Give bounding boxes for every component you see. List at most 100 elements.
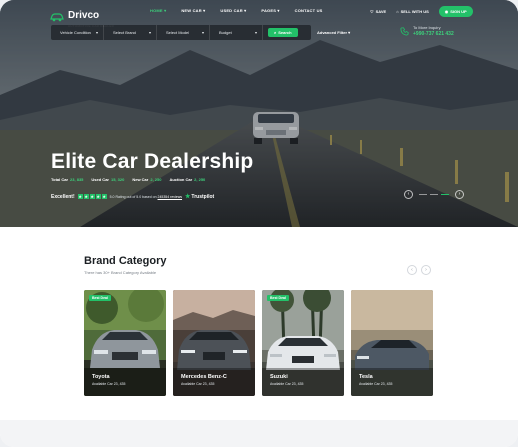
select-label: Select Model bbox=[166, 30, 190, 35]
tesla-car-image bbox=[351, 290, 433, 396]
slider-dots bbox=[419, 193, 449, 196]
nav-new-car[interactable]: NEW CAR ▾ bbox=[181, 8, 205, 13]
inquiry-label: To More Inquiry bbox=[413, 25, 441, 30]
brand-card-toyota[interactable]: Best Deal Toyota Available Car 23, 435 bbox=[84, 290, 166, 396]
nav-contact-us[interactable]: CONTACT US bbox=[295, 8, 323, 13]
stat-auction-car: Auction Car 2, 250 bbox=[169, 177, 205, 182]
brand-name: Toyota bbox=[92, 374, 110, 380]
select-label: Budget bbox=[219, 30, 232, 35]
hero-stats: Total Car 23, 835 Used Car 15, 320 New Car… bbox=[51, 177, 205, 182]
rating-stars: ★ ★ ★ ★ ★ bbox=[77, 194, 107, 199]
best-deal-badge: Best Deal bbox=[267, 295, 289, 301]
stat-total-car: Total Car 23, 835 bbox=[51, 177, 83, 182]
brand-card-suzuki[interactable]: Best Deal Suzuki Available Car 23, 435 bbox=[262, 290, 344, 396]
brand-cards: Best Deal Toyota Available Car 23, 435 M… bbox=[84, 290, 433, 396]
sell-label: SELL WITH US bbox=[400, 9, 429, 14]
brand-card-tesla[interactable]: Tesla Available Car 23, 435 bbox=[351, 290, 433, 396]
toyota-car-image bbox=[84, 290, 166, 396]
mercedes-car-image bbox=[173, 290, 255, 396]
stat-new-car: New Car 2, 250 bbox=[132, 177, 161, 182]
save-link[interactable]: ♡ SAVE bbox=[370, 9, 386, 14]
trustpilot-star-icon: ★ bbox=[185, 194, 191, 200]
rating-row: Excellent! ★ ★ ★ ★ ★ 5.0 Rating out of 5… bbox=[51, 193, 215, 201]
user-icon: ◉ bbox=[444, 9, 449, 14]
model-select[interactable]: Select Model ▾ bbox=[157, 25, 210, 40]
stat-label: Total Car bbox=[51, 177, 69, 182]
budget-select[interactable]: Budget ▾ bbox=[210, 25, 263, 40]
carousel-arrows: ‹ › bbox=[407, 265, 431, 275]
available-count: Available Car 23, 435 bbox=[359, 382, 393, 386]
heart-icon: ♡ bbox=[370, 9, 374, 14]
brand-name: Mercedes Benz-C bbox=[181, 374, 227, 380]
search-button[interactable]: ⌕ Search bbox=[268, 28, 298, 37]
stat-used-car: Used Car 15, 320 bbox=[91, 177, 124, 182]
rating-label: Excellent! bbox=[51, 193, 75, 200]
select-label: Vehicle Condition bbox=[60, 30, 91, 35]
stat-label: Used Car bbox=[91, 177, 109, 182]
stat-value: 2, 250 bbox=[150, 177, 162, 182]
select-label: Select Brand bbox=[113, 30, 136, 35]
nav-actions: ♡ SAVE ⌂ SELL WITH US ◉ SIGN UP bbox=[370, 6, 473, 17]
rating-text-main: 5.0 Rating out of 5.0 based on bbox=[109, 194, 157, 199]
search-bar: Vehicle Condition ▾ Select Brand ▾ Selec… bbox=[51, 25, 311, 40]
hero-title: Elite Car Dealership bbox=[51, 150, 254, 173]
sell-with-us-link[interactable]: ⌂ SELL WITH US bbox=[396, 9, 429, 14]
available-count: Available Car 23, 435 bbox=[270, 382, 304, 386]
stat-label: Auction Car bbox=[169, 177, 193, 182]
rating-text: 5.0 Rating out of 5.0 based on 245354 re… bbox=[110, 195, 182, 199]
chevron-down-icon: ▾ bbox=[148, 30, 151, 35]
sign-up-button[interactable]: ◉ SIGN UP bbox=[438, 6, 473, 17]
trustpilot-label: Trustpilot bbox=[191, 193, 215, 200]
available-count: Available Car 23, 435 bbox=[181, 382, 215, 386]
phone-icon bbox=[400, 26, 409, 36]
brand-name: Tesla bbox=[359, 374, 373, 380]
brand-select[interactable]: Select Brand ▾ bbox=[104, 25, 157, 40]
nav-links: HOME ▾ NEW CAR ▾ USED CAR ▾ PAGES ▾ CONT… bbox=[150, 8, 323, 13]
car-logo-icon bbox=[50, 12, 64, 21]
inquiry-phone[interactable]: +990-737 621 432 bbox=[413, 31, 454, 37]
stat-label: New Car bbox=[132, 177, 149, 182]
slider-dot[interactable] bbox=[430, 193, 438, 196]
save-label: SAVE bbox=[375, 9, 387, 14]
star-icon: ★ bbox=[83, 194, 89, 199]
section-subtitle: There has 30+ Brand Category Available bbox=[84, 270, 157, 275]
prev-slide-button[interactable]: ‹ bbox=[404, 190, 413, 199]
sign-up-label: SIGN UP bbox=[450, 9, 467, 14]
carousel-prev-button[interactable]: ‹ bbox=[407, 265, 417, 275]
reviews-link[interactable]: 245354 reviews bbox=[158, 195, 183, 199]
vehicle-condition-select[interactable]: Vehicle Condition ▾ bbox=[51, 25, 104, 40]
star-icon: ★ bbox=[101, 194, 107, 199]
hero-slider-controls: ‹ › bbox=[404, 190, 464, 199]
slider-dot-active[interactable] bbox=[441, 193, 449, 196]
brand-name: Suzuki bbox=[270, 374, 288, 380]
advanced-filter-link[interactable]: Advanced Filter ▾ bbox=[317, 30, 350, 35]
chevron-down-icon: ▾ bbox=[95, 30, 98, 35]
best-deal-badge: Best Deal bbox=[89, 295, 111, 301]
nav-home[interactable]: HOME ▾ bbox=[150, 8, 166, 13]
trustpilot-logo[interactable]: ★ Trustpilot bbox=[185, 193, 215, 201]
section-title: Brand Category bbox=[84, 255, 167, 267]
chevron-down-icon: ▾ bbox=[254, 30, 257, 35]
next-slide-button[interactable]: › bbox=[455, 190, 464, 199]
page-frame: Drivco AUTOMOTIVE CAR DEALER HOME ▾ NEW … bbox=[0, 0, 518, 447]
hero-section: Drivco AUTOMOTIVE CAR DEALER HOME ▾ NEW … bbox=[0, 0, 518, 227]
logo-name: Drivco bbox=[68, 10, 100, 21]
brand-card-mercedes[interactable]: Mercedes Benz-C Available Car 23, 435 bbox=[173, 290, 255, 396]
star-icon: ★ bbox=[89, 194, 95, 199]
stat-value: 15, 320 bbox=[110, 177, 125, 182]
available-count: Available Car 23, 435 bbox=[92, 382, 126, 386]
star-icon: ★ bbox=[95, 194, 101, 199]
slider-dot[interactable] bbox=[419, 193, 427, 196]
nav-used-car[interactable]: USED CAR ▾ bbox=[220, 8, 246, 13]
chevron-down-icon: ▾ bbox=[201, 30, 204, 35]
search-button-label: Search bbox=[278, 30, 292, 35]
next-section-strip bbox=[0, 420, 518, 447]
star-icon: ★ bbox=[77, 194, 83, 199]
search-icon: ⌕ bbox=[274, 30, 277, 35]
nav-pages[interactable]: PAGES ▾ bbox=[261, 8, 279, 13]
carousel-next-button[interactable]: › bbox=[421, 265, 431, 275]
stat-value: 23, 835 bbox=[70, 177, 84, 182]
tag-icon: ⌂ bbox=[396, 9, 399, 14]
inquiry-block: To More Inquiry +990-737 621 432 bbox=[400, 25, 454, 37]
top-nav: Drivco AUTOMOTIVE CAR DEALER HOME ▾ NEW … bbox=[0, 0, 518, 28]
